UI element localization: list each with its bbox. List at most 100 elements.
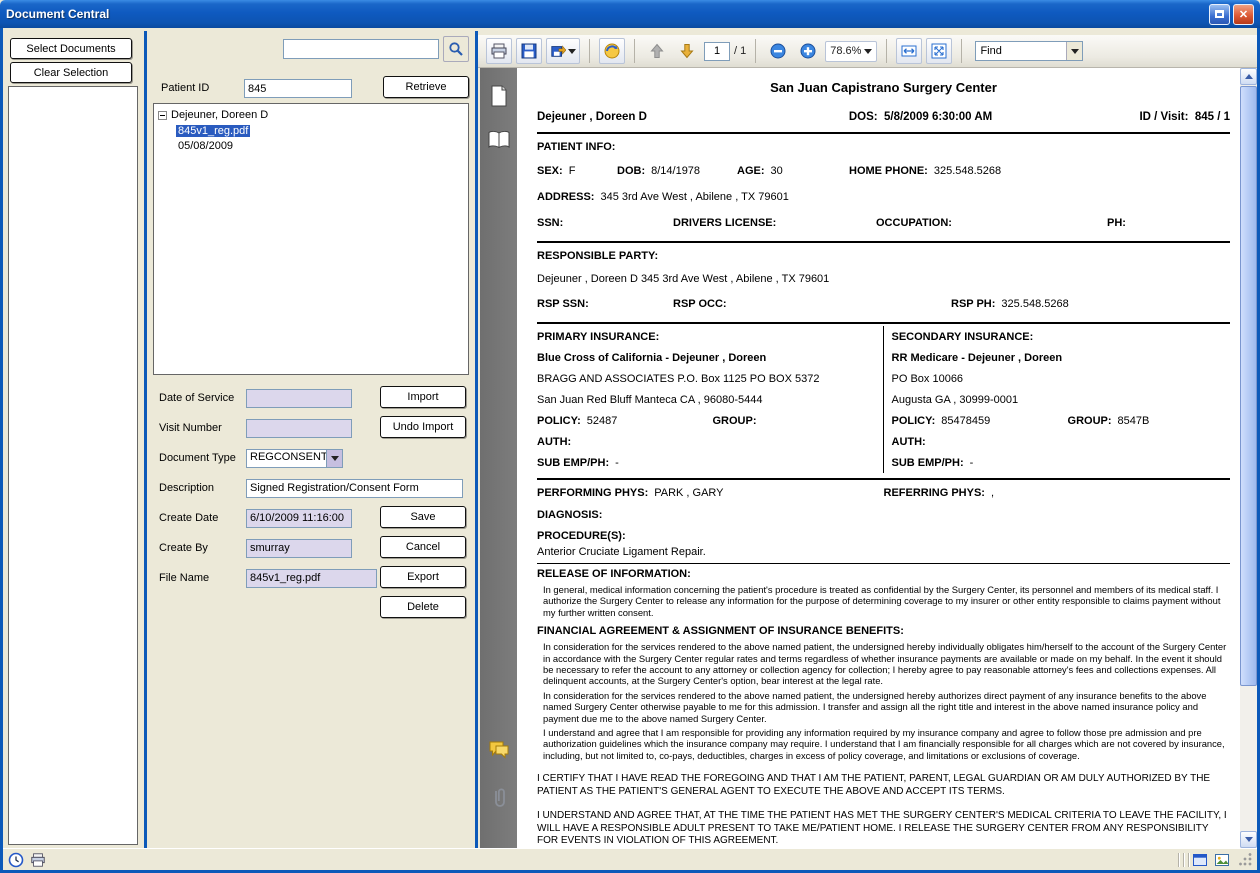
minimize-icon	[1215, 10, 1224, 18]
divider	[537, 478, 1230, 480]
comment-bubble-icon	[488, 740, 510, 760]
print-status-button[interactable]	[29, 851, 47, 869]
financial-heading: FINANCIAL AGREEMENT & ASSIGNMENT OF INSU…	[537, 621, 1230, 641]
search-input[interactable]	[283, 39, 439, 59]
primary-auth-label: AUTH:	[537, 436, 571, 448]
zoom-level-dropdown[interactable]: 78.6%	[825, 41, 877, 62]
patient-info-row-1: SEX:F DOB:8/14/1978 AGE:30 HOME PHONE:32…	[537, 158, 1230, 184]
scroll-down-button[interactable]	[1240, 831, 1257, 848]
cancel-button[interactable]: Cancel	[380, 536, 466, 558]
tree-item-document[interactable]: 845v1_reg.pdf	[176, 123, 464, 138]
delete-button[interactable]: Delete	[380, 596, 466, 618]
tree-item-date[interactable]: 05/08/2009	[176, 138, 464, 153]
export-document-button[interactable]	[546, 38, 580, 64]
find-combobox[interactable]: Find	[975, 41, 1083, 61]
primary-insurance-heading: PRIMARY INSURANCE:	[537, 331, 659, 343]
document-central-window: Document Central ✕ Select Documents Clea…	[0, 0, 1260, 873]
resize-grip[interactable]	[1239, 853, 1253, 867]
email-icon	[603, 42, 621, 60]
visit-number-input[interactable]	[246, 419, 352, 438]
undo-import-button[interactable]: Undo Import	[380, 416, 466, 438]
physicians-row: PERFORMING PHYS:PARK , GARY REFERRING PH…	[537, 482, 1230, 504]
search-button[interactable]	[443, 36, 469, 62]
document-page[interactable]: San Juan Capistrano Surgery Center Dejeu…	[517, 68, 1240, 848]
primary-insurance-address-2: San Juan Red Bluff Manteca CA , 96080-54…	[537, 389, 875, 410]
print-icon	[490, 42, 508, 60]
image-icon	[1214, 852, 1230, 868]
status-separator	[1188, 853, 1189, 867]
pages-panel-button[interactable]	[486, 82, 511, 110]
save-document-button[interactable]	[516, 38, 542, 64]
selected-documents-list[interactable]	[8, 86, 138, 845]
app-body: Select Documents Clear Selection Patient…	[0, 28, 1260, 873]
document-type-combobox[interactable]: REGCONSENT	[246, 449, 343, 468]
up-arrow-icon	[1245, 74, 1253, 79]
image-view-button[interactable]	[1213, 851, 1231, 869]
responsible-party-line: Dejeuner , Doreen D 345 3rd Ave West , A…	[537, 267, 1230, 291]
patient-name: Dejeuner , Doreen D	[537, 111, 849, 123]
down-arrow-icon	[678, 42, 696, 60]
secondary-auth-label: AUTH:	[892, 436, 926, 448]
next-page-button[interactable]	[674, 38, 700, 64]
zoom-level-value: 78.6%	[830, 45, 861, 57]
zoom-out-button[interactable]	[765, 38, 791, 64]
id-visit: ID / Visit: 845 / 1	[1112, 111, 1230, 123]
close-icon: ✕	[1239, 8, 1248, 21]
fit-page-button[interactable]	[926, 38, 952, 64]
create-by-input[interactable]	[246, 539, 352, 558]
scrollbar-thumb[interactable]	[1240, 86, 1257, 686]
document-type-label: Document Type	[159, 452, 236, 464]
document-type-dropdown-button[interactable]	[326, 450, 342, 467]
clear-selection-button[interactable]: Clear Selection	[10, 62, 132, 83]
zoom-out-icon	[769, 42, 787, 60]
attachments-button[interactable]	[486, 784, 511, 812]
file-name-input[interactable]	[246, 569, 377, 588]
minimize-button[interactable]	[1209, 4, 1230, 25]
print-button[interactable]	[486, 38, 512, 64]
primary-insurance-name: Blue Cross of California - Dejeuner , Do…	[537, 352, 766, 364]
printer-icon	[30, 852, 46, 868]
responsible-party-row: RSP SSN: RSP OCC: RSP PH:325.548.5268	[537, 291, 1230, 317]
thumbnails-panel-button[interactable]	[486, 126, 511, 154]
vertical-scrollbar[interactable]	[1240, 68, 1257, 848]
description-label: Description	[159, 482, 214, 494]
scroll-up-button[interactable]	[1240, 68, 1257, 85]
toolbar-separator	[589, 39, 590, 63]
page-icon	[489, 84, 509, 108]
annotations-button[interactable]	[486, 736, 511, 764]
fit-width-button[interactable]	[896, 38, 922, 64]
create-date-label: Create Date	[159, 512, 218, 524]
patient-id-input[interactable]	[244, 79, 352, 98]
collapse-icon[interactable]	[158, 111, 167, 120]
previous-page-button[interactable]	[644, 38, 670, 64]
tree-root-node[interactable]: Dejeuner, Doreen D	[158, 107, 464, 123]
page-number-input[interactable]	[704, 42, 730, 61]
toolbar-separator	[755, 39, 756, 63]
document-form: Date of Service Visit Number Document Ty…	[153, 383, 469, 631]
email-document-button[interactable]	[599, 38, 625, 64]
search-icon	[448, 41, 464, 57]
status-separator	[1178, 853, 1179, 867]
date-of-service-input[interactable]	[246, 389, 352, 408]
chevron-down-icon	[864, 49, 872, 54]
create-by-label: Create By	[159, 542, 208, 554]
save-button[interactable]: Save	[380, 506, 466, 528]
viewer-window-button[interactable]	[1191, 851, 1209, 869]
primary-insurance-column: PRIMARY INSURANCE: Blue Cross of Califor…	[537, 326, 884, 473]
create-date-input[interactable]	[246, 509, 352, 528]
form-row-description: Description	[153, 473, 469, 503]
history-clock-button[interactable]	[7, 851, 25, 869]
patient-info-address-row: ADDRESS:345 3rd Ave West , Abilene , TX …	[537, 184, 1230, 210]
retrieve-button[interactable]: Retrieve	[383, 76, 469, 98]
zoom-in-button[interactable]	[795, 38, 821, 64]
secondary-insurance-address-2: Augusta GA , 30999-0001	[892, 389, 1231, 410]
window-title: Document Central	[6, 7, 109, 21]
description-input[interactable]	[246, 479, 463, 498]
close-button[interactable]: ✕	[1233, 4, 1254, 25]
select-documents-button[interactable]: Select Documents	[10, 38, 132, 59]
import-button[interactable]: Import	[380, 386, 466, 408]
save-icon	[520, 42, 538, 60]
find-dropdown-button[interactable]	[1066, 42, 1082, 60]
document-panel: Patient ID Retrieve Dejeuner, Doreen D 8…	[144, 31, 478, 848]
export-button[interactable]: Export	[380, 566, 466, 588]
